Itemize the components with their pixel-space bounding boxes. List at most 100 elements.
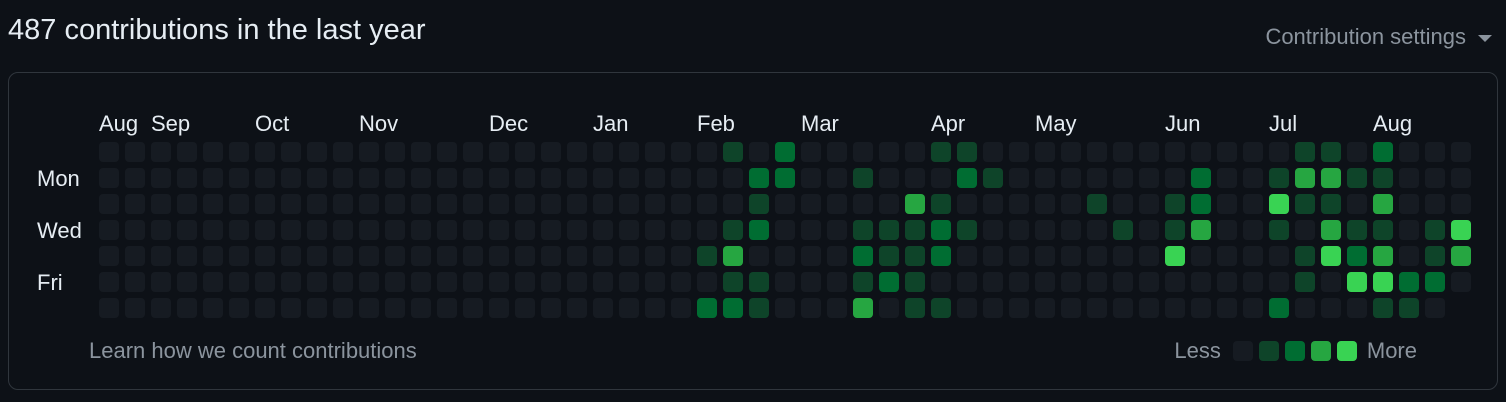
contribution-day-cell[interactable] [749, 194, 769, 214]
contribution-day-cell[interactable] [827, 298, 847, 318]
contribution-day-cell[interactable] [749, 142, 769, 162]
contribution-day-cell[interactable] [853, 194, 873, 214]
contribution-day-cell[interactable] [645, 272, 665, 292]
contribution-day-cell[interactable] [1113, 298, 1133, 318]
contribution-day-cell[interactable] [125, 272, 145, 292]
contribution-day-cell[interactable] [1139, 298, 1159, 318]
contribution-day-cell[interactable] [437, 168, 457, 188]
contribution-day-cell[interactable] [255, 194, 275, 214]
contribution-day-cell[interactable] [567, 220, 587, 240]
contribution-day-cell[interactable] [1321, 272, 1341, 292]
contribution-day-cell[interactable] [619, 220, 639, 240]
contribution-day-cell[interactable] [1217, 168, 1237, 188]
contribution-day-cell[interactable] [983, 298, 1003, 318]
contribution-day-cell[interactable] [359, 220, 379, 240]
contribution-day-cell[interactable] [515, 194, 535, 214]
contribution-day-cell[interactable] [905, 194, 925, 214]
contribution-day-cell[interactable] [1373, 246, 1393, 266]
contribution-day-cell[interactable] [203, 298, 223, 318]
contribution-day-cell[interactable] [125, 142, 145, 162]
contribution-day-cell[interactable] [307, 142, 327, 162]
contribution-day-cell[interactable] [437, 142, 457, 162]
contribution-day-cell[interactable] [671, 168, 691, 188]
contribution-day-cell[interactable] [593, 272, 613, 292]
contribution-day-cell[interactable] [853, 142, 873, 162]
contribution-day-cell[interactable] [151, 168, 171, 188]
contribution-day-cell[interactable] [749, 168, 769, 188]
contribution-day-cell[interactable] [333, 272, 353, 292]
contribution-day-cell[interactable] [593, 246, 613, 266]
contribution-day-cell[interactable] [645, 246, 665, 266]
contribution-day-cell[interactable] [125, 194, 145, 214]
contribution-day-cell[interactable] [151, 298, 171, 318]
contribution-day-cell[interactable] [1451, 220, 1471, 240]
contribution-day-cell[interactable] [515, 246, 535, 266]
contribution-day-cell[interactable] [1295, 220, 1315, 240]
contribution-day-cell[interactable] [1321, 142, 1341, 162]
contribution-day-cell[interactable] [229, 142, 249, 162]
contribution-day-cell[interactable] [1399, 272, 1419, 292]
contribution-day-cell[interactable] [1425, 168, 1445, 188]
contribution-day-cell[interactable] [1347, 220, 1367, 240]
contribution-day-cell[interactable] [463, 194, 483, 214]
contribution-day-cell[interactable] [905, 298, 925, 318]
contribution-day-cell[interactable] [333, 194, 353, 214]
contribution-day-cell[interactable] [99, 142, 119, 162]
contribution-day-cell[interactable] [801, 142, 821, 162]
contribution-day-cell[interactable] [593, 220, 613, 240]
contribution-day-cell[interactable] [203, 168, 223, 188]
contribution-day-cell[interactable] [281, 272, 301, 292]
contribution-day-cell[interactable] [1009, 298, 1029, 318]
contribution-day-cell[interactable] [1009, 272, 1029, 292]
contribution-day-cell[interactable] [177, 298, 197, 318]
contribution-day-cell[interactable] [151, 220, 171, 240]
contribution-day-cell[interactable] [1451, 142, 1471, 162]
contribution-day-cell[interactable] [1451, 168, 1471, 188]
contribution-day-cell[interactable] [619, 142, 639, 162]
contribution-day-cell[interactable] [1009, 246, 1029, 266]
contribution-day-cell[interactable] [281, 168, 301, 188]
contribution-day-cell[interactable] [1035, 246, 1055, 266]
contribution-day-cell[interactable] [697, 142, 717, 162]
contribution-day-cell[interactable] [255, 168, 275, 188]
contribution-day-cell[interactable] [853, 272, 873, 292]
contribution-day-cell[interactable] [203, 142, 223, 162]
contribution-day-cell[interactable] [99, 246, 119, 266]
contribution-day-cell[interactable] [1191, 298, 1211, 318]
contribution-day-cell[interactable] [1035, 272, 1055, 292]
contribution-day-cell[interactable] [853, 298, 873, 318]
contribution-day-cell[interactable] [1347, 142, 1367, 162]
contribution-day-cell[interactable] [1035, 220, 1055, 240]
contribution-day-cell[interactable] [177, 142, 197, 162]
contribution-day-cell[interactable] [229, 194, 249, 214]
contribution-day-cell[interactable] [1399, 168, 1419, 188]
contribution-day-cell[interactable] [385, 298, 405, 318]
contribution-day-cell[interactable] [983, 194, 1003, 214]
contribution-day-cell[interactable] [775, 246, 795, 266]
contribution-day-cell[interactable] [489, 246, 509, 266]
contribution-day-cell[interactable] [1243, 298, 1263, 318]
contribution-day-cell[interactable] [775, 220, 795, 240]
contribution-day-cell[interactable] [1035, 142, 1055, 162]
contribution-day-cell[interactable] [255, 246, 275, 266]
contribution-day-cell[interactable] [879, 246, 899, 266]
contribution-day-cell[interactable] [541, 168, 561, 188]
contribution-day-cell[interactable] [931, 142, 951, 162]
contribution-day-cell[interactable] [957, 142, 977, 162]
contribution-day-cell[interactable] [411, 220, 431, 240]
contribution-day-cell[interactable] [723, 194, 743, 214]
contribution-day-cell[interactable] [697, 298, 717, 318]
contribution-day-cell[interactable] [1243, 246, 1263, 266]
contribution-day-cell[interactable] [385, 168, 405, 188]
contribution-day-cell[interactable] [281, 246, 301, 266]
contribution-day-cell[interactable] [1217, 194, 1237, 214]
contribution-day-cell[interactable] [255, 142, 275, 162]
contribution-day-cell[interactable] [1217, 298, 1237, 318]
contribution-day-cell[interactable] [1139, 272, 1159, 292]
contribution-day-cell[interactable] [1425, 142, 1445, 162]
contribution-day-cell[interactable] [1009, 220, 1029, 240]
contribution-day-cell[interactable] [307, 194, 327, 214]
contribution-day-cell[interactable] [411, 246, 431, 266]
contribution-day-cell[interactable] [879, 220, 899, 240]
contribution-day-cell[interactable] [437, 272, 457, 292]
